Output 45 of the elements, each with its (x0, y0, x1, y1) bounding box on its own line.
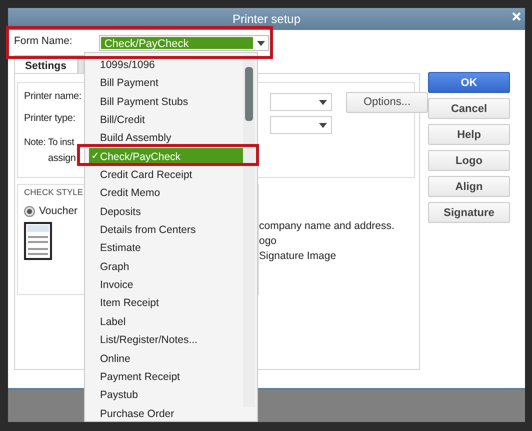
scrollbar[interactable] (243, 55, 255, 407)
check-style-title: CHECK STYLE (24, 187, 84, 197)
form-name-dropdown[interactable]: Check/PayCheck (99, 35, 270, 51)
dialog-button[interactable]: OK (428, 72, 510, 93)
list-item[interactable]: Paystub (89, 386, 245, 405)
caret-icon (257, 40, 266, 46)
list-item[interactable]: Bill/Credit (89, 111, 245, 130)
window-title: Printer setup (232, 12, 301, 26)
list-item[interactable]: Invoice (89, 276, 245, 294)
dialog-button[interactable]: Logo (428, 150, 510, 171)
list-item[interactable]: 1099s/1096 (89, 56, 245, 74)
check-mark: ✓ (91, 150, 99, 164)
printer-name-label: Printer name: (24, 91, 82, 102)
note-text: assign (47, 153, 76, 164)
list-item[interactable]: Bill Payment Stubs (89, 92, 245, 112)
options-button[interactable]: Options... (346, 92, 428, 112)
printer-type-label: Printer type: (24, 113, 76, 124)
note-text: Note: To inst (24, 137, 74, 148)
list-item[interactable]: Credit Card Receipt (89, 166, 245, 184)
check-thumbnail-drawing (24, 222, 52, 260)
list-item[interactable]: Credit Memo (89, 184, 245, 203)
list-item[interactable]: Bill Payment (89, 74, 245, 93)
list-item[interactable]: Build Assembly (89, 129, 245, 148)
list-item[interactable]: Payment Receipt (89, 368, 245, 386)
list-item[interactable]: Label (89, 312, 245, 332)
close-icon[interactable] (512, 12, 521, 21)
print-option-text: Signature Image (259, 250, 336, 262)
list-item[interactable]: Deposits (89, 202, 245, 222)
dialog-button[interactable]: Cancel (428, 98, 510, 119)
list-item[interactable]: Details from Centers (89, 221, 245, 240)
list-item[interactable]: Online (89, 350, 245, 368)
list-item[interactable]: Item Receipt (89, 294, 245, 313)
dialog-button[interactable]: Align (428, 176, 510, 197)
caret-icon (319, 100, 327, 104)
form-name-label: Form Name: (14, 35, 72, 47)
list-item[interactable]: Purchase Order (89, 404, 245, 423)
print-option-text: company name and address. (259, 220, 394, 232)
dialog-button[interactable]: Signature (428, 202, 510, 223)
dialog-button[interactable]: Help (428, 124, 510, 145)
list-item[interactable]: Graph (89, 258, 245, 276)
list-item[interactable]: List/Register/Notes... (89, 331, 245, 350)
print-option-text: ogo (259, 235, 277, 247)
list-item[interactable]: Estimate (89, 239, 245, 258)
voucher-radio[interactable]: Voucher (24, 205, 78, 217)
caret-icon (319, 122, 327, 128)
